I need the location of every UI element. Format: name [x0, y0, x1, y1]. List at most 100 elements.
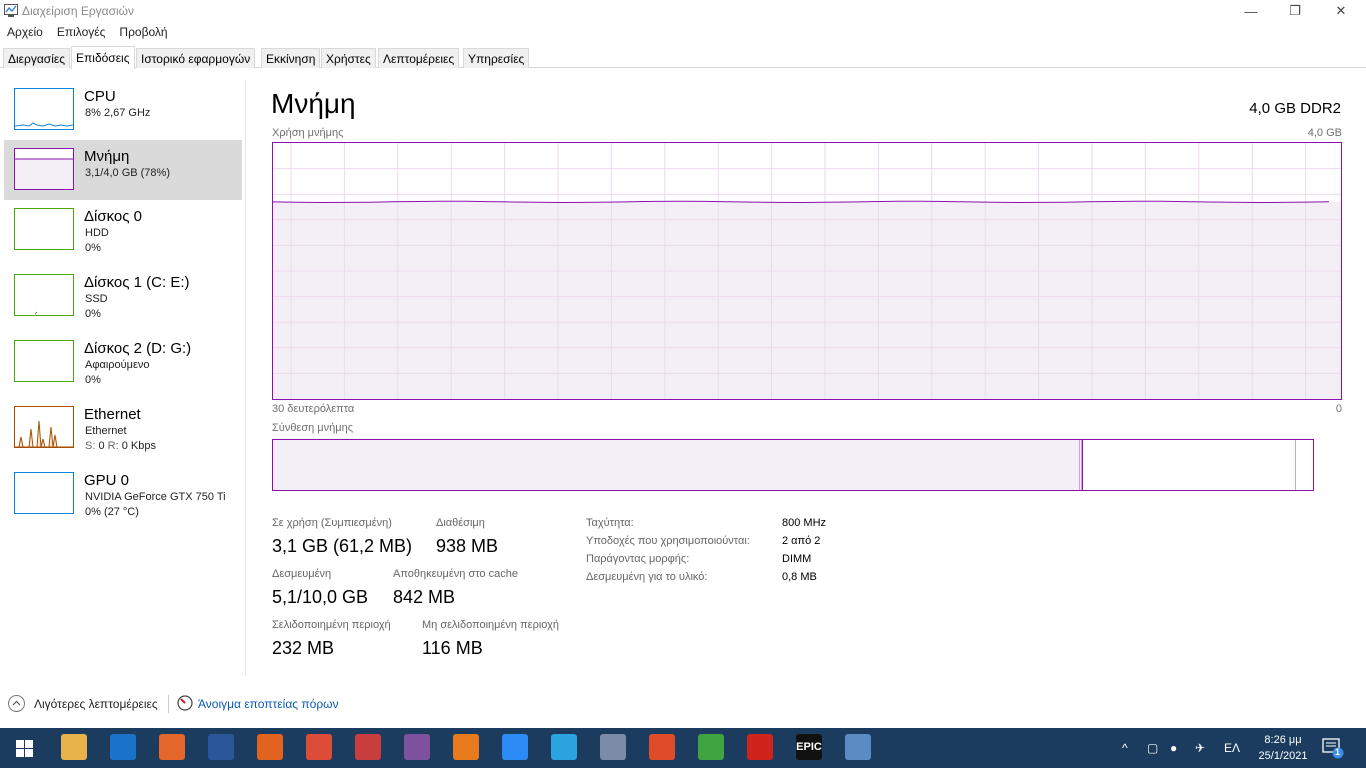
- cpu-thumbnail-graph: [14, 88, 74, 130]
- composition-free: [1295, 440, 1313, 490]
- slots-used-value: 2 από 2: [782, 535, 821, 547]
- title-bar: Διαχείριση Εργασιών — ❐ ✕: [0, 0, 1366, 22]
- fewer-details-button[interactable]: Λιγότερες λεπτομέρειες: [34, 697, 158, 711]
- language-indicator[interactable]: ΕΛ: [1224, 728, 1240, 768]
- resource-name: Μνήμη: [84, 148, 130, 165]
- cached-label: Αποθηκευμένη στο cache: [393, 568, 518, 580]
- taskbar-clock[interactable]: 8:26 μμ 25/1/2021: [1253, 732, 1313, 764]
- hardware-reserved-label: Δεσμευμένη για το υλικό:: [586, 571, 708, 583]
- windows-start-icon[interactable]: [16, 740, 33, 757]
- menu-bar: Αρχείο Επιλογές Προβολή: [0, 23, 175, 43]
- menu-options[interactable]: Επιλογές: [50, 23, 113, 43]
- open-resource-monitor-link[interactable]: Άνοιγμα εποπτείας πόρων: [198, 697, 339, 711]
- word-icon[interactable]: [208, 734, 234, 760]
- usage-graph-max: 4,0 GB: [1307, 127, 1342, 139]
- resource-name: CPU: [84, 88, 116, 105]
- viber-icon[interactable]: [404, 734, 430, 760]
- taskbar: EPIC ^ ▢ ● ✈ ΕΛ 8:26 μμ 25/1/2021 1: [0, 728, 1366, 768]
- menu-file[interactable]: Αρχείο: [0, 23, 50, 43]
- file-explorer-icon[interactable]: [61, 734, 87, 760]
- resource-detail: Ethernet: [85, 425, 127, 437]
- acrobat-icon[interactable]: [747, 734, 773, 760]
- epic-games-icon[interactable]: EPIC: [796, 734, 822, 760]
- gpu-0-thumbnail-graph: [14, 472, 74, 514]
- pin-tool-icon[interactable]: [355, 734, 381, 760]
- resource-detail: NVIDIA GeForce GTX 750 Ti: [85, 491, 226, 503]
- network-tool-icon[interactable]: [600, 734, 626, 760]
- form-factor-label: Παράγοντας μορφής:: [586, 553, 690, 565]
- disk-1-thumbnail-graph: [14, 274, 74, 316]
- tab-startup[interactable]: Εκκίνηση: [261, 48, 321, 68]
- resource-gpu-0[interactable]: GPU 0 NVIDIA GeForce GTX 750 Ti 0% (27 °…: [4, 464, 242, 524]
- resource-name: Δίσκος 0: [84, 208, 143, 225]
- resource-usage: 0%: [85, 308, 101, 320]
- resource-detail: SSD: [85, 293, 108, 305]
- resource-detail: Αφαιρούμενο: [85, 359, 150, 371]
- resource-disk-1[interactable]: Δίσκος 1 (C: E:) SSD 0%: [4, 266, 242, 326]
- tab-performance[interactable]: Επιδόσεις: [71, 46, 135, 69]
- camera-app-icon[interactable]: [453, 734, 479, 760]
- resource-cpu[interactable]: CPU 8% 2,67 GHz: [4, 80, 242, 140]
- tray-app-icon[interactable]: ●: [1170, 728, 1177, 768]
- form-factor-value: DIMM: [782, 553, 812, 565]
- tab-app-history[interactable]: Ιστορικό εφαρμογών: [136, 48, 256, 68]
- mail-icon[interactable]: [110, 734, 136, 760]
- messenger-icon[interactable]: [502, 734, 528, 760]
- hardware-reserved-value: 0,8 MB: [782, 571, 817, 583]
- page-title: Μνήμη: [271, 88, 356, 119]
- resource-ethernet[interactable]: Ethernet Ethernet S: 0 R: 0 Kbps: [4, 398, 242, 458]
- notification-center-icon[interactable]: 1: [1322, 737, 1344, 759]
- resource-disk-0[interactable]: Δίσκος 0 HDD 0%: [4, 200, 242, 260]
- memory-composition-bar: [272, 439, 1314, 491]
- tab-strip: Διεργασίες Επιδόσεις Ιστορικό εφαρμογών …: [0, 46, 1366, 69]
- in-use-value: 3,1 GB (61,2 MB): [272, 536, 413, 556]
- notification-count: 1: [1335, 747, 1341, 757]
- anydesk-icon[interactable]: [649, 734, 675, 760]
- speed-value: 800 MHz: [782, 517, 827, 529]
- available-label: Διαθέσιμη: [436, 517, 485, 529]
- resource-monitor-icon[interactable]: [177, 695, 193, 711]
- tray-device-icon[interactable]: ▢: [1147, 728, 1158, 768]
- footer-divider: [168, 695, 169, 713]
- cached-value: 842 MB: [393, 587, 456, 607]
- minimize-icon: —: [1244, 3, 1258, 19]
- tray-chevron-up-icon[interactable]: ^: [1122, 728, 1128, 768]
- memory-spec: 4,0 GB DDR2: [1249, 100, 1341, 117]
- disk-2-thumbnail-graph: [14, 340, 74, 382]
- maximize-button[interactable]: ❐: [1272, 0, 1318, 22]
- task-manager-icon[interactable]: [845, 734, 871, 760]
- resource-list: CPU 8% 2,67 GHz Μνήμη 3,1/4,0 GB (78%) Δ…: [0, 80, 246, 676]
- menu-view[interactable]: Προβολή: [112, 23, 174, 43]
- usage-fill: [273, 201, 1341, 399]
- resource-name: Ethernet: [84, 406, 141, 423]
- orange-app-icon[interactable]: [257, 734, 283, 760]
- tab-users[interactable]: Χρήστες: [321, 48, 376, 68]
- memory-usage-svg: [273, 143, 1341, 399]
- firefox-icon[interactable]: [159, 734, 185, 760]
- telegram-icon[interactable]: [551, 734, 577, 760]
- clock-date: 25/1/2021: [1258, 750, 1308, 762]
- usage-graph-label: Χρήση μνήμης: [272, 127, 344, 139]
- graph-time-axis-left: 30 δευτερόλεπτα: [272, 403, 355, 415]
- paged-pool-value: 232 MB: [272, 638, 335, 658]
- close-button[interactable]: ✕: [1318, 0, 1364, 22]
- committed-label: Δεσμευμένη: [272, 568, 332, 580]
- chrome-icon[interactable]: [306, 734, 332, 760]
- minimize-button[interactable]: —: [1228, 0, 1274, 22]
- task-manager-icon: [4, 4, 18, 17]
- tray-network-icon[interactable]: ✈: [1195, 728, 1205, 768]
- android-emulator-icon[interactable]: [698, 734, 724, 760]
- graph-time-axis-right: 0: [1335, 403, 1342, 415]
- resource-name: GPU 0: [84, 472, 130, 489]
- restore-icon: ❐: [1289, 3, 1301, 18]
- resource-disk-2[interactable]: Δίσκος 2 (D: G:) Αφαιρούμενο 0%: [4, 332, 242, 392]
- send-value: 0: [98, 440, 105, 452]
- composition-standby: [1082, 440, 1296, 490]
- clock-time: 8:26 μμ: [1264, 734, 1302, 746]
- committed-value: 5,1/10,0 GB: [272, 587, 369, 607]
- resource-memory[interactable]: Μνήμη 3,1/4,0 GB (78%): [4, 140, 242, 200]
- tab-processes[interactable]: Διεργασίες: [3, 48, 70, 68]
- chevron-up-icon[interactable]: [8, 695, 25, 712]
- tab-details[interactable]: Λεπτομέρειες: [378, 48, 460, 68]
- tab-services[interactable]: Υπηρεσίες: [463, 48, 530, 68]
